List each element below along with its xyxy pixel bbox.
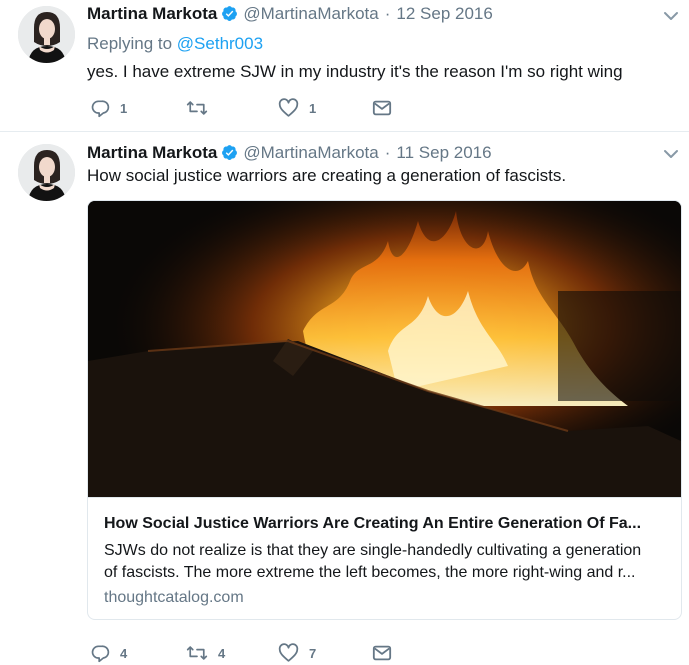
avatar[interactable] (18, 144, 75, 201)
reply-button[interactable]: 4 (90, 641, 127, 665)
retweet-count: 4 (218, 645, 226, 661)
card-image (88, 201, 681, 497)
like-count: 7 (309, 645, 317, 661)
tweet-timestamp[interactable]: 11 Sep 2016 (396, 143, 491, 162)
author-handle[interactable]: @MartinaMarkota (243, 143, 378, 162)
separator: · (384, 143, 391, 162)
caret-down-icon[interactable] (663, 147, 679, 159)
like-button[interactable]: 7 (278, 641, 316, 665)
card-description: SJWs do not realize is that they are sin… (104, 540, 666, 584)
direct-message-icon (372, 99, 392, 117)
retweet-icon (186, 98, 208, 118)
avatar[interactable] (18, 6, 75, 63)
verified-badge-icon (221, 144, 238, 167)
like-icon (278, 98, 299, 118)
tweet-text: How social justice warriors are creating… (87, 166, 567, 185)
card-title[interactable]: How Social Justice Warriors Are Creating… (104, 514, 666, 534)
tweet-timestamp[interactable]: 12 Sep 2016 (396, 4, 492, 23)
tweet[interactable]: Martina Markota @MartinaMarkota · 12 Sep 20… (0, 0, 689, 132)
author-name[interactable]: Martina Markota (87, 143, 217, 162)
verified-badge-icon (221, 5, 238, 28)
reply-count: 4 (120, 645, 128, 661)
like-count: 1 (309, 100, 317, 116)
reply-icon (90, 643, 110, 663)
replying-to: Replying to @Sethr003 (87, 33, 263, 55)
link-card[interactable]: How Social Justice Warriors Are Creating… (87, 200, 682, 620)
retweet-button[interactable]: 4 (186, 641, 225, 665)
card-description-line: SJWs do not realize is that they are sin… (104, 542, 642, 559)
separator: · (384, 4, 391, 23)
author-name[interactable]: Martina Markota (87, 4, 217, 23)
reply-icon (90, 98, 110, 118)
replying-to-label: Replying to (87, 34, 173, 53)
caret-down-icon[interactable] (663, 9, 679, 21)
direct-message-button[interactable] (372, 641, 392, 665)
tweet-actions: 1 1 (90, 96, 420, 120)
tweet-header: Martina Markota @MartinaMarkota · 12 Sep 20… (87, 3, 493, 25)
direct-message-button[interactable] (372, 96, 392, 120)
replying-to-link[interactable]: @Sethr003 (177, 34, 263, 53)
retweet-button[interactable] (186, 96, 218, 120)
tweet-text: yes. I have extreme SJW in my industry i… (87, 62, 623, 81)
card-description-line: of fascists. The more extreme the left b… (104, 564, 636, 581)
reply-count: 1 (120, 100, 128, 116)
like-button[interactable]: 1 (278, 96, 316, 120)
tweet-header: Martina Markota @MartinaMarkota · 11 Sep 20… (87, 142, 492, 164)
tweet-actions: 4 4 7 (90, 641, 420, 665)
reply-button[interactable]: 1 (90, 96, 127, 120)
tweet[interactable]: Martina Markota @MartinaMarkota · 11 Sep 20… (0, 132, 689, 663)
like-icon (278, 643, 299, 663)
retweet-icon (186, 643, 208, 663)
direct-message-icon (372, 644, 392, 662)
card-body[interactable]: How Social Justice Warriors Are Creating… (88, 497, 681, 619)
card-domain[interactable]: thoughtcatalog.com (104, 588, 244, 608)
author-handle[interactable]: @MartinaMarkota (243, 4, 378, 23)
